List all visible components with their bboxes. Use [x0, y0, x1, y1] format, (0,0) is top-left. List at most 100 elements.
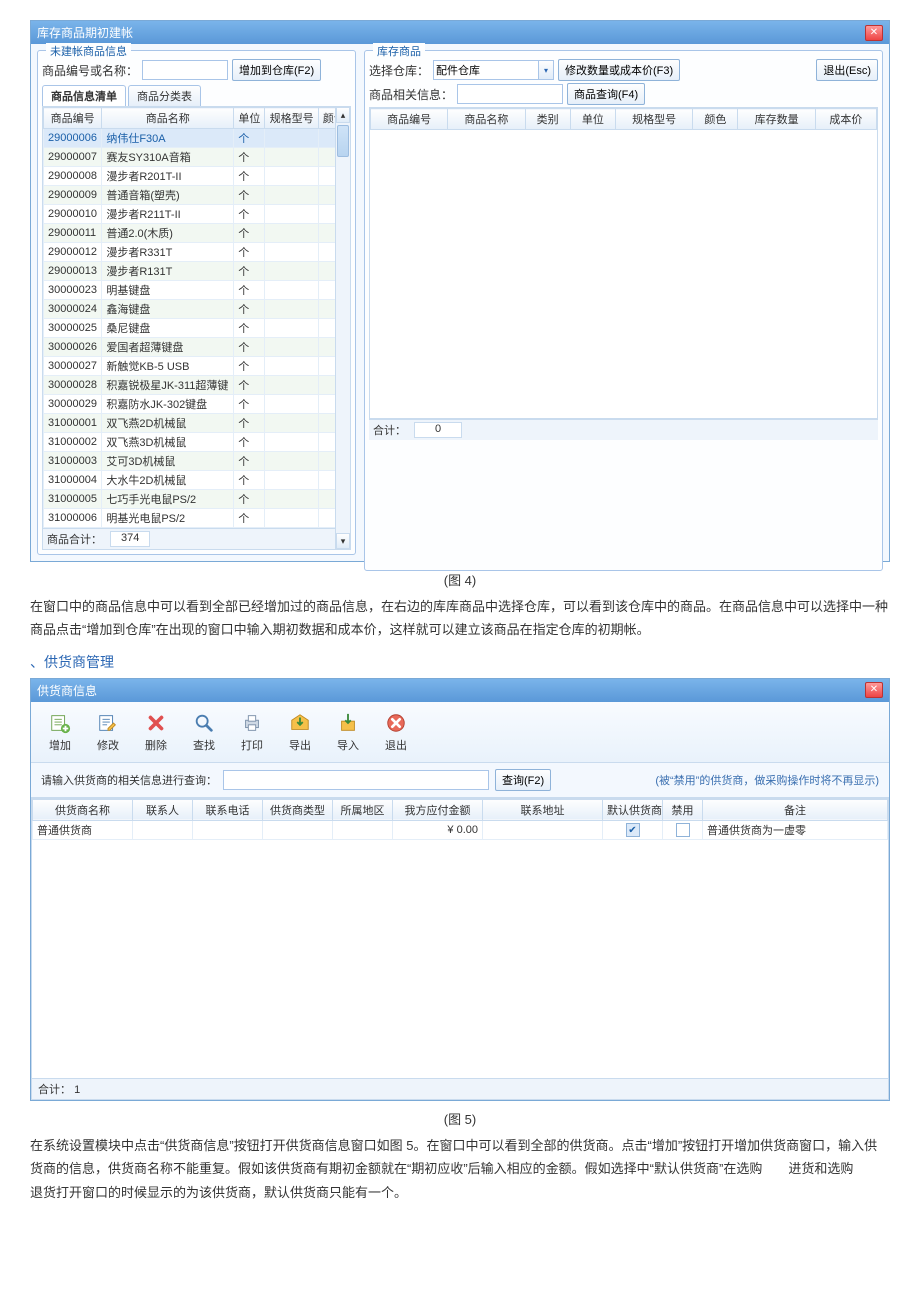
- table-row[interactable]: 30000026爱国者超薄键盘个: [44, 338, 350, 357]
- table-cell: 爱国者超薄键盘: [102, 338, 234, 357]
- scrollbar-vertical[interactable]: ▴ ▾: [335, 107, 350, 549]
- table-row[interactable]: 31000001双飞燕2D机械鼠个: [44, 414, 350, 433]
- column-header[interactable]: 默认供货商: [603, 799, 663, 820]
- table-cell: 个: [234, 319, 265, 338]
- scroll-down-icon[interactable]: ▾: [336, 533, 350, 549]
- table-cell: 31000001: [44, 414, 102, 433]
- table-cell: [265, 281, 318, 300]
- table-row[interactable]: 29000013漫步者R131T个: [44, 262, 350, 281]
- table-cell: 积嘉锐极星JK-311超薄键: [102, 376, 234, 395]
- table-row[interactable]: 31000002双飞燕3D机械鼠个: [44, 433, 350, 452]
- column-header[interactable]: 商品名称: [448, 109, 525, 130]
- table-row[interactable]: 30000023明基键盘个: [44, 281, 350, 300]
- warehouse-select-input[interactable]: [433, 60, 539, 80]
- column-header[interactable]: 所属地区: [333, 799, 393, 820]
- table-row[interactable]: 29000007赛友SY310A音箱个: [44, 148, 350, 167]
- column-header[interactable]: 单位: [234, 108, 265, 129]
- toolbar-delete-button[interactable]: 删除: [135, 708, 177, 756]
- inventory-init-window: 库存商品期初建帐 ✕ 未建帐商品信息 商品编号或名称： 增加到仓库(F2) 商: [30, 20, 890, 562]
- close-icon[interactable]: ✕: [865, 682, 883, 698]
- cell-disabled[interactable]: [663, 820, 703, 839]
- column-header[interactable]: 商品编号: [371, 109, 448, 130]
- figure4-caption: (图 4): [30, 570, 890, 589]
- table-row[interactable]: 29000011普通2.0(木质)个: [44, 224, 350, 243]
- modify-qty-button[interactable]: 修改数量或成本价(F3): [558, 59, 680, 81]
- table-cell: 29000007: [44, 148, 102, 167]
- product-filter-input[interactable]: [457, 84, 563, 104]
- table-row[interactable]: 30000029积嘉防水JK-302键盘个: [44, 395, 350, 414]
- table-cell: 个: [234, 357, 265, 376]
- toolbar-exit-button[interactable]: 退出: [375, 708, 417, 756]
- scroll-thumb[interactable]: [337, 125, 349, 157]
- supplier-query-input[interactable]: [223, 770, 489, 790]
- toolbar-edit-button[interactable]: 修改: [87, 708, 129, 756]
- column-header[interactable]: 联系人: [133, 799, 193, 820]
- column-header[interactable]: 我方应付金额: [393, 799, 483, 820]
- table-row[interactable]: 29000012漫步者R331T个: [44, 243, 350, 262]
- column-header[interactable]: 类别: [525, 109, 570, 130]
- table-row[interactable]: 30000025桑尼键盘个: [44, 319, 350, 338]
- table-cell: 漫步者R201T-II: [102, 167, 234, 186]
- column-header[interactable]: 颜色: [693, 109, 738, 130]
- cell-address: [483, 820, 603, 839]
- column-header[interactable]: 商品名称: [102, 108, 234, 129]
- column-header[interactable]: 单位: [570, 109, 615, 130]
- product-search-input[interactable]: [142, 60, 228, 80]
- table-row[interactable]: 31000004大水牛2D机械鼠个: [44, 471, 350, 490]
- right-footer-label: 合计：: [373, 422, 406, 438]
- column-header[interactable]: 联系电话: [193, 799, 263, 820]
- cell-default[interactable]: ✔: [603, 820, 663, 839]
- toolbar-export-button[interactable]: 导出: [279, 708, 321, 756]
- table-cell: 31000006: [44, 509, 102, 528]
- supplier-query-button[interactable]: 查询(F2): [495, 769, 551, 791]
- scroll-up-icon[interactable]: ▴: [336, 107, 350, 123]
- table-row[interactable]: 29000010漫步者R211T-II个: [44, 205, 350, 224]
- table-cell: 双飞燕2D机械鼠: [102, 414, 234, 433]
- tab-strip: 商品信息清单 商品分类表: [42, 85, 351, 106]
- column-header[interactable]: 规格型号: [265, 108, 318, 129]
- table-row[interactable]: 29000009普通音箱(塑壳)个: [44, 186, 350, 205]
- table-row[interactable]: 30000024鑫海键盘个: [44, 300, 350, 319]
- column-header[interactable]: 禁用: [663, 799, 703, 820]
- table-cell: 31000004: [44, 471, 102, 490]
- table-cell: 普通音箱(塑壳): [102, 186, 234, 205]
- toolbar-print-button[interactable]: 打印: [231, 708, 273, 756]
- column-header[interactable]: 库存数量: [738, 109, 815, 130]
- column-header[interactable]: 成本价: [815, 109, 876, 130]
- column-header[interactable]: 备注: [703, 799, 888, 820]
- column-header[interactable]: 商品编号: [44, 108, 102, 129]
- add-to-warehouse-button[interactable]: 增加到仓库(F2): [232, 59, 321, 81]
- table-row[interactable]: 30000028积嘉锐极星JK-311超薄键个: [44, 376, 350, 395]
- table-cell: 个: [234, 471, 265, 490]
- table-cell: [265, 357, 318, 376]
- table-cell: 纳伟仕F30A: [102, 129, 234, 148]
- table-cell: [265, 205, 318, 224]
- table-row[interactable]: 29000006纳伟仕F30A个: [44, 129, 350, 148]
- exit-button[interactable]: 退出(Esc): [816, 59, 878, 81]
- table-cell: 29000009: [44, 186, 102, 205]
- dropdown-icon[interactable]: ▾: [539, 60, 554, 80]
- column-header[interactable]: 供货商类型: [263, 799, 333, 820]
- table-row[interactable]: 31000006明基光电鼠PS/2个: [44, 509, 350, 528]
- table-row[interactable]: 普通供货商 ¥ 0.00 ✔ 普通供货商为一虚零: [33, 820, 888, 839]
- table-cell: [265, 471, 318, 490]
- product-query-button[interactable]: 商品查询(F4): [567, 83, 645, 105]
- toolbar-add-button[interactable]: 增加: [39, 708, 81, 756]
- table-cell: 个: [234, 414, 265, 433]
- left-footer: 商品合计： 374: [43, 528, 350, 549]
- column-header[interactable]: 联系地址: [483, 799, 603, 820]
- toolbar-find-button[interactable]: 查找: [183, 708, 225, 756]
- table-row[interactable]: 29000008漫步者R201T-II个: [44, 167, 350, 186]
- table-row[interactable]: 31000003艾可3D机械鼠个: [44, 452, 350, 471]
- column-header[interactable]: 供货商名称: [33, 799, 133, 820]
- close-icon[interactable]: ✕: [865, 25, 883, 41]
- toolbar-import-button[interactable]: 导入: [327, 708, 369, 756]
- table-cell: [265, 509, 318, 528]
- table-cell: 个: [234, 148, 265, 167]
- table-row[interactable]: 30000027新触觉KB-5 USB个: [44, 357, 350, 376]
- tab-product-list[interactable]: 商品信息清单: [42, 85, 126, 106]
- tab-product-category[interactable]: 商品分类表: [128, 85, 201, 106]
- table-row[interactable]: 31000005七巧手光电鼠PS/2个: [44, 490, 350, 509]
- supplier-footer: 合计： 1: [32, 1078, 888, 1099]
- column-header[interactable]: 规格型号: [615, 109, 692, 130]
